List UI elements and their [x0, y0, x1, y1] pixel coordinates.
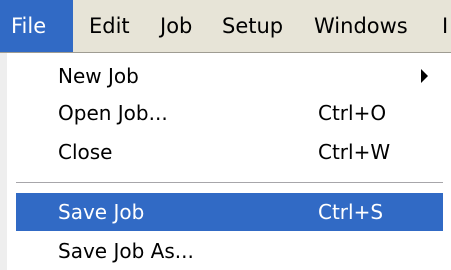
menu-item-new-job[interactable]: New Job	[16, 57, 443, 95]
menu-item-label: Open Job...	[58, 101, 168, 125]
menu-item-shortcut: Ctrl+O	[318, 101, 387, 125]
menu-item-save-job-as[interactable]: Save Job As...	[16, 232, 443, 270]
menu-item-shortcut: Ctrl+S	[318, 200, 384, 224]
menu-setup[interactable]: Setup	[222, 0, 283, 52]
chevron-right-icon	[421, 69, 428, 83]
menu-file[interactable]: File	[0, 0, 73, 52]
menu-item-label: New Job	[58, 64, 139, 88]
menu-bar: File Edit Job Setup Windows I	[0, 0, 451, 52]
menu-item-label: Save Job	[58, 200, 145, 224]
menu-edit[interactable]: Edit	[89, 0, 130, 52]
menu-item-open-job[interactable]: Open Job... Ctrl+O	[16, 94, 443, 132]
menu-separator	[16, 182, 443, 184]
menu-item-shortcut: Ctrl+W	[318, 140, 391, 164]
file-dropdown-menu: New Job Open Job... Ctrl+O Close Ctrl+W …	[0, 53, 451, 270]
menu-item-label: Close	[58, 140, 113, 164]
menu-item-label: Save Job As...	[58, 239, 194, 263]
menu-item-save-job[interactable]: Save Job Ctrl+S	[16, 193, 443, 231]
menu-truncated-item[interactable]: I	[442, 0, 448, 52]
menu-job[interactable]: Job	[160, 0, 192, 52]
menu-item-close[interactable]: Close Ctrl+W	[16, 133, 443, 171]
menu-shadow	[0, 53, 7, 270]
menu-windows[interactable]: Windows	[314, 0, 408, 52]
